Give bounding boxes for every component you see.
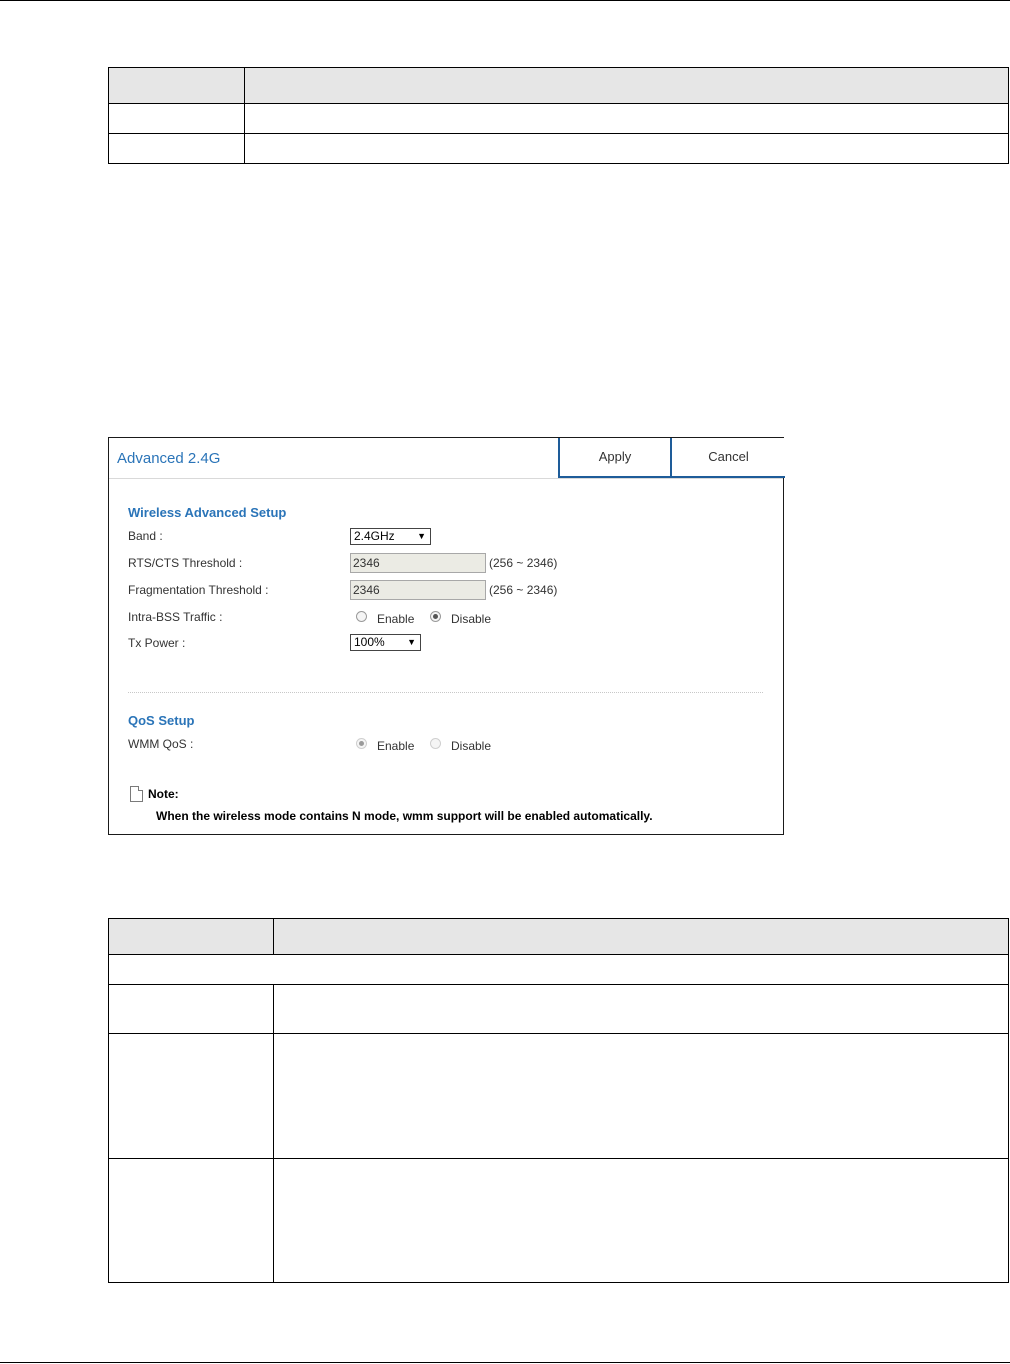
table-row [108, 133, 1009, 164]
table-header-row [108, 918, 1009, 955]
table-row [108, 984, 1009, 1034]
cancel-button[interactable]: Cancel [670, 438, 785, 478]
tx-power-label: Tx Power : [128, 636, 186, 650]
wmm-qos-label: WMM QoS : [128, 737, 194, 751]
band-select-value: 2.4GHz [354, 529, 395, 543]
intra-bss-disable-label: Disable [451, 612, 492, 626]
intra-bss-enable-label: Enable [377, 612, 415, 626]
advanced-24g-panel: Advanced 2.4G Apply Cancel Wireless Adva… [108, 437, 785, 835]
table-section-row [108, 954, 1009, 985]
apply-button[interactable]: Apply [558, 438, 670, 478]
table-row [108, 1158, 1009, 1283]
table-header-row [108, 67, 1009, 104]
rts-cts-threshold-label: RTS/CTS Threshold : [128, 556, 243, 570]
page-bottom-rule [0, 1362, 1010, 1363]
rts-cts-range: (256 ~ 2346) [489, 556, 558, 570]
wmm-qos-enable-radio[interactable] [356, 738, 367, 749]
note-icon [130, 786, 143, 802]
section-divider [128, 692, 763, 693]
intra-bss-enable-radio[interactable] [356, 611, 367, 622]
chevron-down-icon: ▼ [417, 531, 426, 541]
top-table [108, 67, 1009, 164]
fragmentation-threshold-input[interactable]: 2346 [350, 580, 486, 600]
tx-power-select-value: 100% [354, 635, 385, 649]
panel-title: Advanced 2.4G [117, 450, 221, 467]
fragmentation-threshold-label: Fragmentation Threshold : [128, 583, 269, 597]
rts-cts-threshold-input[interactable]: 2346 [350, 553, 486, 573]
intra-bss-disable-radio[interactable] [430, 611, 441, 622]
page-top-rule [0, 0, 1010, 1]
bottom-table [108, 918, 1009, 1283]
chevron-down-icon: ▼ [407, 637, 416, 647]
wmm-qos-disable-label: Disable [451, 739, 492, 753]
panel-header: Advanced 2.4G Apply Cancel [109, 438, 785, 479]
band-select[interactable]: 2.4GHz ▼ [350, 528, 431, 545]
note-text: When the wireless mode contains N mode, … [156, 809, 653, 823]
qos-setup-title: QoS Setup [128, 713, 195, 728]
fragmentation-range: (256 ~ 2346) [489, 583, 558, 597]
table-row [108, 1033, 1009, 1159]
table-row [108, 103, 1009, 134]
band-label: Band : [128, 529, 163, 543]
wmm-qos-disable-radio[interactable] [430, 738, 441, 749]
wmm-qos-enable-label: Enable [377, 739, 415, 753]
intra-bss-traffic-label: Intra-BSS Traffic : [128, 610, 223, 624]
note-title: Note: [148, 787, 179, 801]
tx-power-select[interactable]: 100% ▼ [350, 634, 421, 651]
wireless-advanced-setup-title: Wireless Advanced Setup [128, 505, 287, 520]
